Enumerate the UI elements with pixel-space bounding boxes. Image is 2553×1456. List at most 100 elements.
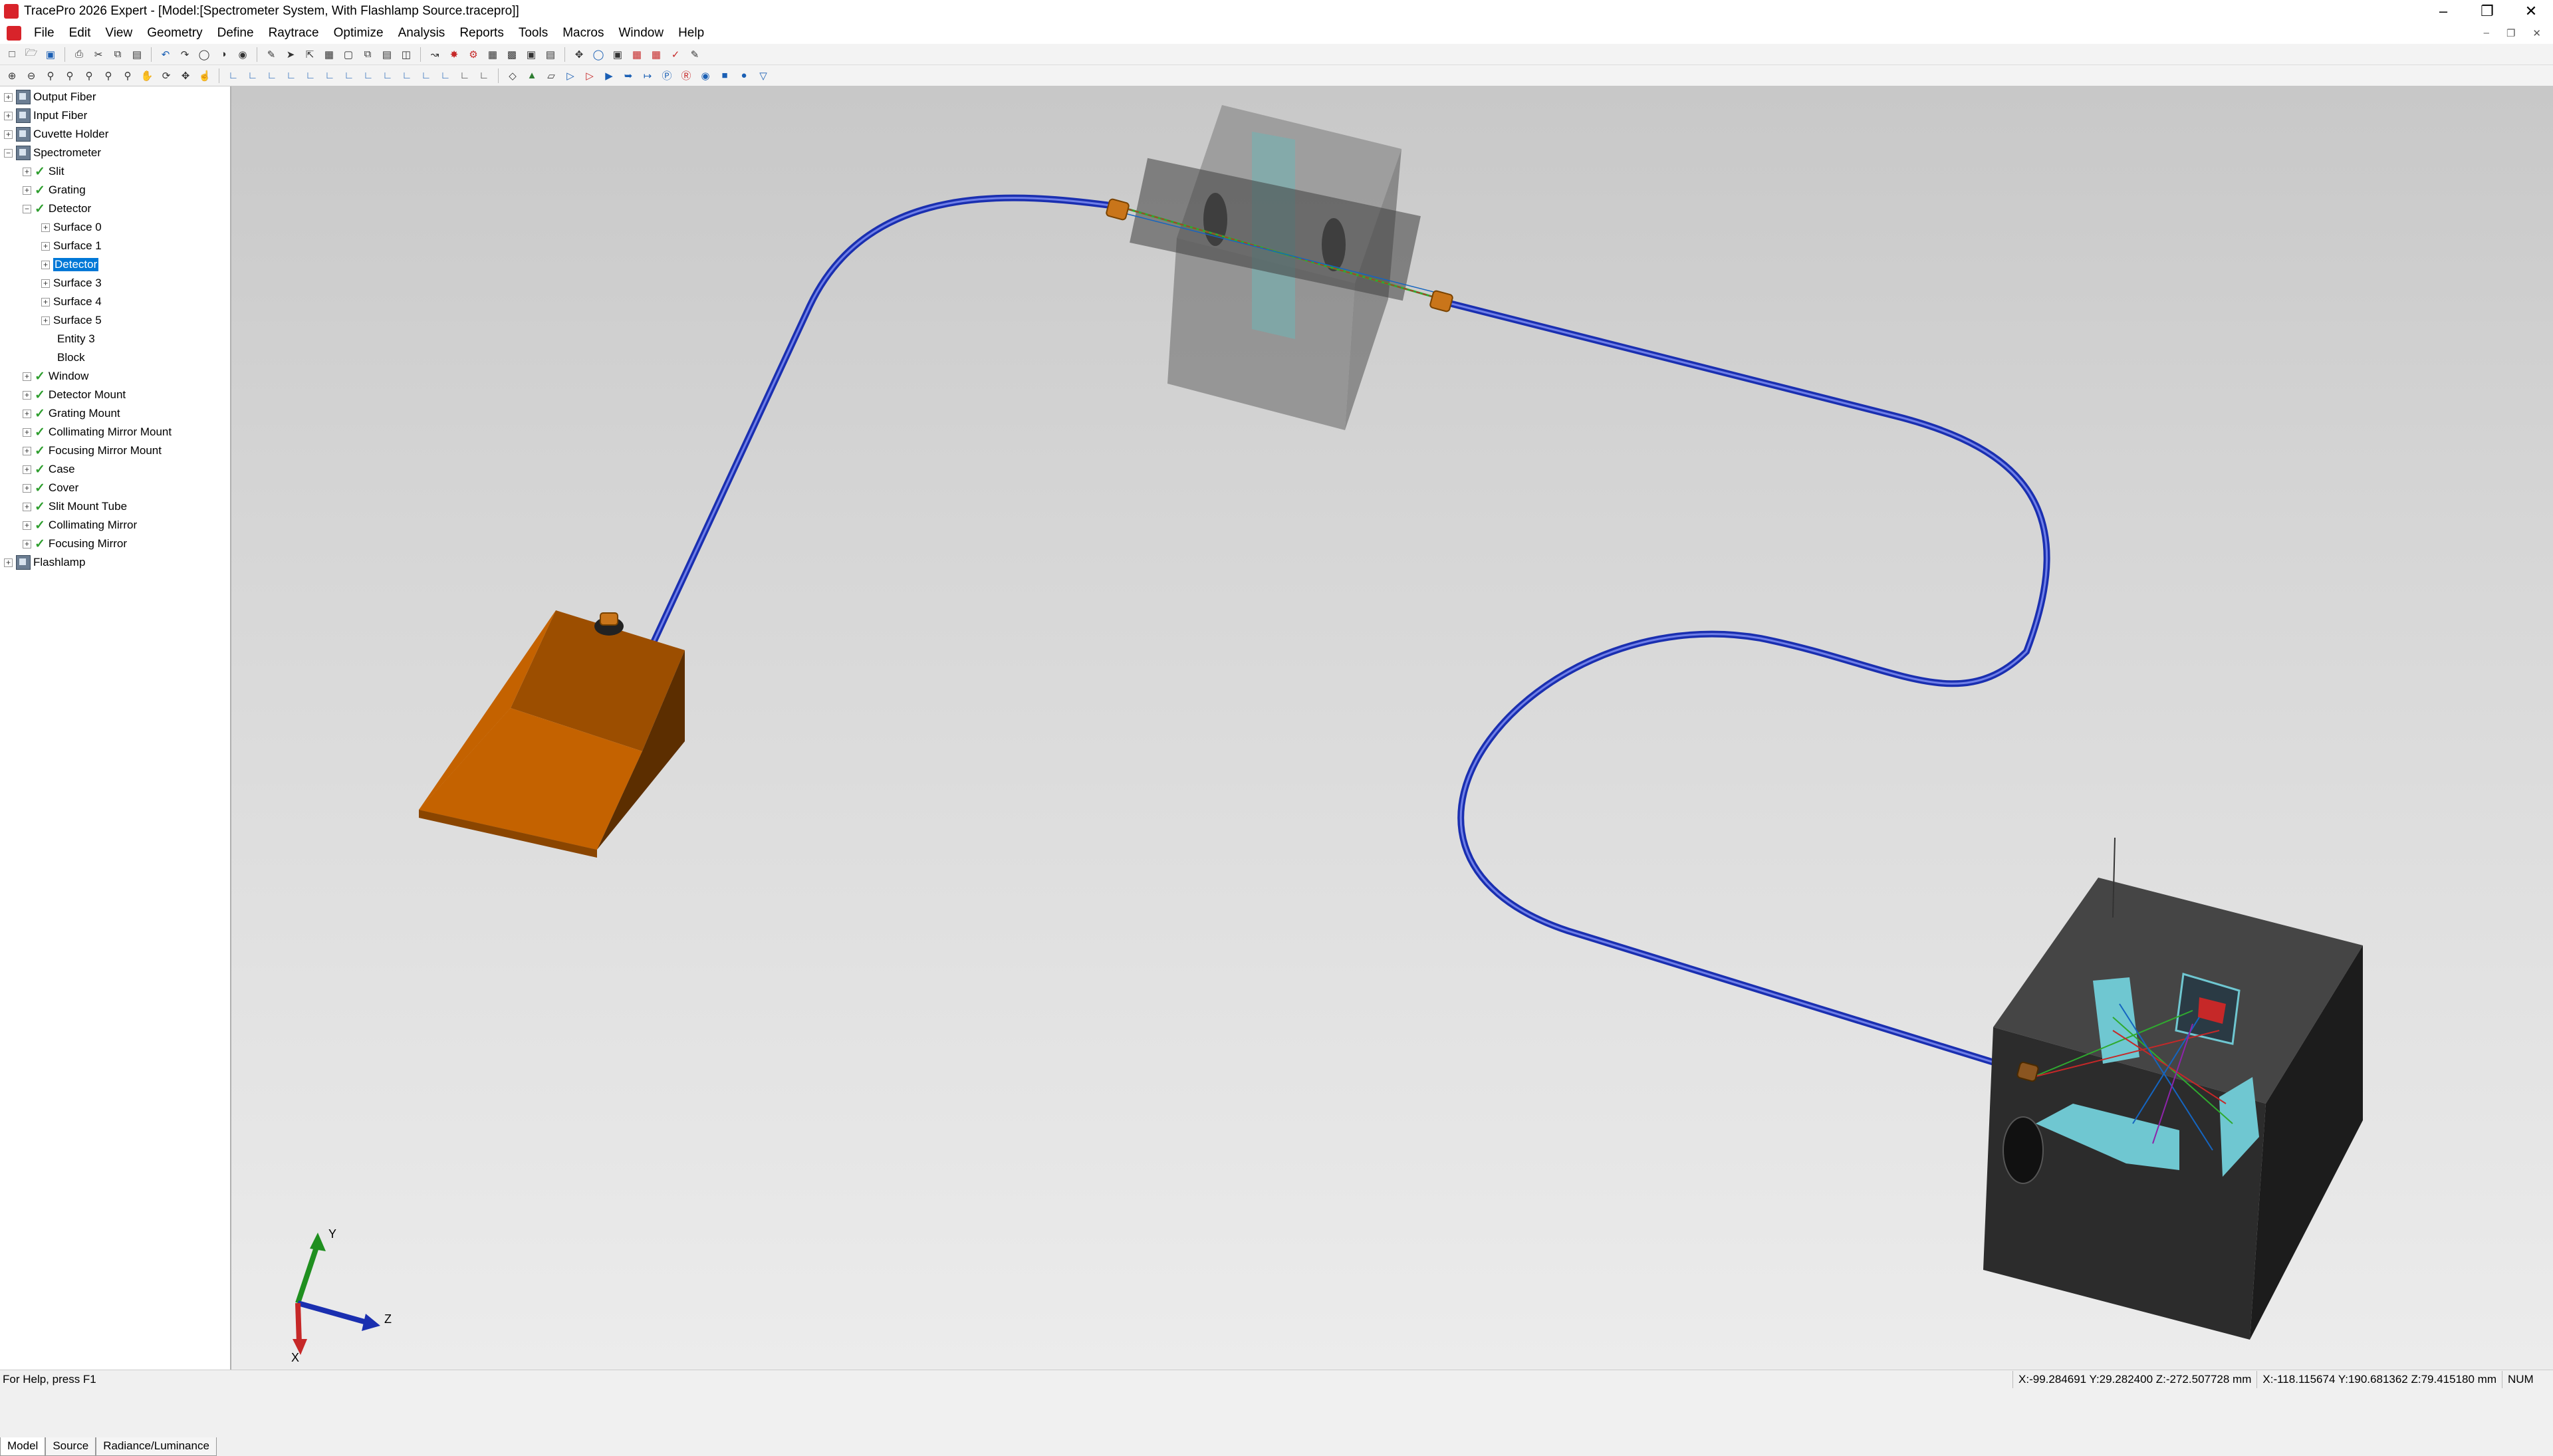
doc-restore-icon[interactable]: ❐ <box>2506 27 2515 39</box>
zoom-extents-icon[interactable]: ⚲ <box>120 68 136 84</box>
zoom-all-icon[interactable]: ⚲ <box>62 68 78 84</box>
tab-source[interactable]: Source <box>45 1437 96 1456</box>
candela-plot-icon[interactable]: ▣ <box>523 47 539 62</box>
tree-item-surface-0[interactable]: + Surface 0 <box>41 218 102 237</box>
expand-icon[interactable]: + <box>23 390 31 400</box>
pan-icon[interactable]: ✋ <box>139 68 155 84</box>
menu-file[interactable]: File <box>27 26 62 41</box>
view-iso6-icon[interactable]: ∟ <box>437 68 453 84</box>
menu-edit[interactable]: Edit <box>62 26 98 41</box>
zoom-window-icon[interactable]: ⚲ <box>43 68 59 84</box>
menu-raytrace[interactable]: Raytrace <box>261 26 326 41</box>
expand-icon[interactable]: + <box>23 409 31 418</box>
expand-icon[interactable]: + <box>4 130 13 139</box>
tree-item-detector[interactable]: − ✓ Detector <box>23 199 91 218</box>
view-custom-icon[interactable]: ∟ <box>476 68 492 84</box>
expand-icon[interactable]: + <box>4 92 13 102</box>
view-normal-icon[interactable]: ∟ <box>457 68 473 84</box>
expand-icon[interactable]: + <box>23 521 31 530</box>
view-iso2-icon[interactable]: ∟ <box>360 68 376 84</box>
menu-tools[interactable]: Tools <box>511 26 555 41</box>
expand-icon[interactable]: + <box>23 185 31 195</box>
tree-item-slit[interactable]: + ✓ Slit <box>23 162 64 181</box>
tree-item-spectrometer[interactable]: − Spectrometer <box>4 144 101 162</box>
view-yx-icon[interactable]: ∟ <box>283 68 299 84</box>
menu-optimize[interactable]: Optimize <box>326 26 391 41</box>
menu-view[interactable]: View <box>98 26 140 41</box>
expand-icon[interactable]: + <box>41 241 50 251</box>
ray-history-icon[interactable]: ➥ <box>620 68 636 84</box>
tree-item-slit-mount-tube[interactable]: + ✓ Slit Mount Tube <box>23 497 127 516</box>
tile-horizontal-icon[interactable]: ▤ <box>379 47 395 62</box>
cut-icon[interactable]: ✂ <box>90 47 106 62</box>
view-iso3-icon[interactable]: ∟ <box>380 68 396 84</box>
srt-icon[interactable]: ▦ <box>629 47 645 62</box>
output-fiber[interactable] <box>1438 298 2050 1074</box>
source-icon[interactable]: ✸ <box>446 47 462 62</box>
analysis-icon[interactable]: ▤ <box>543 47 558 62</box>
view-xy-icon[interactable]: ∟ <box>225 68 241 84</box>
filter-icon[interactable]: ▽ <box>755 68 771 84</box>
render-solid-icon[interactable]: ▲ <box>524 68 540 84</box>
fiber-connector-right[interactable] <box>1429 290 1453 312</box>
square-icon[interactable]: ■ <box>717 68 733 84</box>
collapse-icon[interactable]: − <box>4 148 13 158</box>
select-surface-icon[interactable]: ⇱ <box>302 47 318 62</box>
edit-icon[interactable]: ✎ <box>263 47 279 62</box>
new-file-icon[interactable]: □ <box>4 47 20 62</box>
doc-close-icon[interactable]: ✕ <box>2532 27 2541 39</box>
measure-icon[interactable]: ✎ <box>687 47 703 62</box>
flashlamp-source[interactable] <box>419 610 685 858</box>
tree-item-flashlamp[interactable]: + Flashlamp <box>4 553 85 572</box>
tree-item-input-fiber[interactable]: + Input Fiber <box>4 106 87 125</box>
tree-item-surface-5[interactable]: + Surface 5 <box>41 311 102 330</box>
ray-display-icon[interactable]: ▷ <box>582 68 598 84</box>
grid-icon[interactable]: ▦ <box>485 47 501 62</box>
rt-icon[interactable]: Ⓡ <box>678 68 694 84</box>
view-iso1-icon[interactable]: ∟ <box>341 68 357 84</box>
toggle-icon[interactable]: ◉ <box>697 68 713 84</box>
tab-model[interactable]: Model <box>0 1437 46 1456</box>
properties-icon[interactable]: Ⓟ <box>659 68 675 84</box>
tree-item-collimating-mirror[interactable]: + ✓ Collimating Mirror <box>23 516 137 535</box>
select-arrow-icon[interactable]: ➤ <box>283 47 299 62</box>
tree-item-grating-mount[interactable]: + ✓ Grating Mount <box>23 404 120 423</box>
expand-icon[interactable]: + <box>23 167 31 176</box>
expand-icon[interactable]: + <box>23 372 31 381</box>
hand-icon[interactable]: ☝ <box>197 68 213 84</box>
zoom-previous-icon[interactable]: ⚲ <box>100 68 116 84</box>
expand-icon[interactable]: + <box>23 539 31 548</box>
redo-icon[interactable]: ↷ <box>177 47 193 62</box>
expand-icon[interactable]: + <box>23 483 31 493</box>
view-xz-icon[interactable]: ∟ <box>264 68 280 84</box>
menu-window[interactable]: Window <box>612 26 671 41</box>
menu-help[interactable]: Help <box>671 26 711 41</box>
tree-item-entity-3[interactable]: Entity 3 <box>57 330 95 348</box>
tree-item-detector-mount[interactable]: + ✓ Detector Mount <box>23 386 126 404</box>
globe-icon[interactable]: ◯ <box>590 47 606 62</box>
boolean-subtract-icon[interactable]: ◑ <box>215 47 231 62</box>
cuvette-holder[interactable] <box>1122 105 1442 430</box>
zoom-out-icon[interactable]: ⊖ <box>23 68 39 84</box>
tree-item-focusing-mirror[interactable]: + ✓ Focusing Mirror <box>23 535 127 553</box>
menu-define[interactable]: Define <box>210 26 261 41</box>
paste-icon[interactable]: ▤ <box>129 47 145 62</box>
copy-icon[interactable]: ⧉ <box>110 47 126 62</box>
zoom-selected-icon[interactable]: ⚲ <box>81 68 97 84</box>
open-folder-icon[interactable]: 🗁 <box>23 47 39 62</box>
tile-vertical-icon[interactable]: ◫ <box>398 47 414 62</box>
model-viewport[interactable]: Y Z X <box>231 86 2553 1370</box>
menu-reports[interactable]: Reports <box>452 26 511 41</box>
tree-item-surface-1[interactable]: + Surface 1 <box>41 237 102 255</box>
expand-icon[interactable]: + <box>23 502 31 511</box>
tree-item-output-fiber[interactable]: + Output Fiber <box>4 88 96 106</box>
expand-icon[interactable]: + <box>41 223 50 232</box>
save-icon[interactable]: ▣ <box>43 47 59 62</box>
ray-sort-icon[interactable]: ↦ <box>640 68 656 84</box>
tab-radiance-luminance[interactable]: Radiance/Luminance <box>96 1437 217 1456</box>
raytrace-icon[interactable]: ↝ <box>427 47 443 62</box>
display-rays-icon[interactable]: ▶ <box>601 68 617 84</box>
view-yz-icon[interactable]: ∟ <box>245 68 261 84</box>
tree-item-cover[interactable]: + ✓ Cover <box>23 479 78 497</box>
minimize-icon[interactable]: – <box>2421 0 2465 23</box>
